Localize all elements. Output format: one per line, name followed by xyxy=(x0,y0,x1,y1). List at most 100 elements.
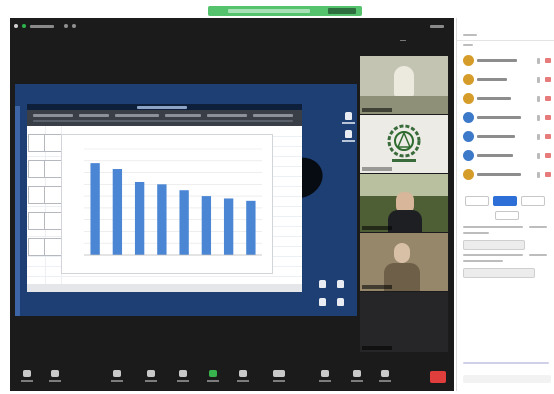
video-button[interactable] xyxy=(48,370,62,385)
participant-name xyxy=(477,173,521,176)
ribbon-group xyxy=(165,114,201,117)
security-label xyxy=(111,380,123,382)
participant-video-tile-off[interactable] xyxy=(360,292,448,352)
invite-button[interactable] xyxy=(465,196,489,206)
microphone-icon[interactable] xyxy=(537,172,540,178)
gear-logo-icon xyxy=(387,124,421,162)
top-right-label[interactable] xyxy=(430,25,444,28)
notification-action-button[interactable] xyxy=(328,8,356,14)
spreadsheet-name xyxy=(137,106,187,109)
participant-row[interactable] xyxy=(463,73,553,87)
sheet-cell[interactable] xyxy=(44,160,62,178)
sheet-cell[interactable] xyxy=(44,186,62,204)
record-icon xyxy=(239,370,247,377)
shared-screen xyxy=(15,84,357,316)
participant-video-tile[interactable] xyxy=(360,56,448,114)
participant-video-tile[interactable] xyxy=(360,115,448,173)
end-meeting-button[interactable] xyxy=(430,371,446,383)
gallery-view-button[interactable] xyxy=(272,370,286,385)
camera-off-icon[interactable] xyxy=(545,58,551,63)
participant-name xyxy=(477,135,515,138)
info-icon[interactable] xyxy=(14,24,18,28)
participant-name xyxy=(477,78,507,81)
microphone-icon[interactable] xyxy=(537,96,540,102)
participant-row[interactable] xyxy=(463,111,553,125)
share-label xyxy=(207,380,219,382)
apps-button[interactable] xyxy=(350,370,364,385)
view-options-icon[interactable] xyxy=(64,24,68,28)
microphone-icon[interactable] xyxy=(537,153,540,159)
reactions-button[interactable] xyxy=(318,370,332,385)
microphone-icon xyxy=(23,370,31,377)
microphone-icon[interactable] xyxy=(537,134,540,140)
camera-icon xyxy=(51,370,59,377)
fullscreen-icon[interactable] xyxy=(72,24,76,28)
camera-off-icon[interactable] xyxy=(545,172,551,177)
participant-row[interactable] xyxy=(463,168,553,182)
chevron-up-icon[interactable] xyxy=(400,40,406,44)
security-shield-icon[interactable] xyxy=(22,24,26,28)
participant-name-tag xyxy=(362,285,392,289)
participant-video-tile[interactable] xyxy=(360,233,448,291)
chat-input[interactable] xyxy=(463,375,551,383)
more-options-button[interactable] xyxy=(521,196,545,206)
chat-timestamp xyxy=(529,254,547,256)
chart-bar xyxy=(223,198,234,255)
chat-label xyxy=(177,380,189,382)
microphone-icon[interactable] xyxy=(537,58,540,64)
chart-bar xyxy=(134,181,145,255)
share-screen-icon xyxy=(209,370,217,377)
sheet-cell[interactable] xyxy=(44,238,62,256)
expand-button[interactable] xyxy=(495,211,519,220)
chat-message xyxy=(463,268,535,278)
desktop-icon-label xyxy=(342,140,355,142)
participant-name xyxy=(477,97,511,100)
chart-bar xyxy=(201,196,212,255)
meeting-toolbar xyxy=(10,364,454,391)
bar-chart[interactable] xyxy=(61,134,273,274)
chat-recipient-row[interactable] xyxy=(463,362,549,364)
camera-off-icon[interactable] xyxy=(545,77,551,82)
desktop-file-icon xyxy=(345,130,352,138)
mute-button[interactable] xyxy=(20,370,34,385)
participants-panel xyxy=(456,18,554,391)
microphone-icon[interactable] xyxy=(537,77,540,83)
camera-off-icon[interactable] xyxy=(545,134,551,139)
desktop-file-icon xyxy=(319,280,326,288)
panel-subheading xyxy=(463,44,473,46)
chat-button[interactable] xyxy=(176,370,190,385)
ribbon-row xyxy=(33,120,293,122)
camera-off-icon[interactable] xyxy=(545,96,551,101)
participant-row[interactable] xyxy=(463,149,553,163)
ribbon-group xyxy=(115,114,159,117)
chat-message-meta xyxy=(463,232,489,234)
participant-row[interactable] xyxy=(463,92,553,106)
chart-bar xyxy=(112,169,123,255)
desktop-file-icon xyxy=(319,298,326,306)
chat-message-meta xyxy=(463,260,503,262)
participant-body xyxy=(388,210,422,232)
sheet-cell[interactable] xyxy=(44,134,62,152)
sheet-cell[interactable] xyxy=(44,212,62,230)
camera-off-icon[interactable] xyxy=(545,115,551,120)
share-screen-button[interactable] xyxy=(206,370,220,385)
more-button[interactable] xyxy=(378,370,392,385)
participant-row[interactable] xyxy=(463,130,553,144)
apps-icon xyxy=(353,370,361,377)
security-button[interactable] xyxy=(110,370,124,385)
camera-off-icon[interactable] xyxy=(545,153,551,158)
participants-label xyxy=(145,380,157,382)
more-label xyxy=(379,380,391,382)
view-label[interactable] xyxy=(30,25,54,28)
chat-message-meta xyxy=(463,226,523,228)
record-button[interactable] xyxy=(236,370,250,385)
participant-row[interactable] xyxy=(463,54,553,68)
meeting-topbar xyxy=(10,18,454,34)
ribbon-group xyxy=(253,114,293,117)
mute-all-button[interactable] xyxy=(493,196,517,206)
participants-button[interactable] xyxy=(144,370,158,385)
spreadsheet[interactable] xyxy=(27,126,302,284)
ribbon-group xyxy=(207,114,247,117)
participant-video-tile[interactable] xyxy=(360,174,448,232)
microphone-icon[interactable] xyxy=(537,115,540,121)
